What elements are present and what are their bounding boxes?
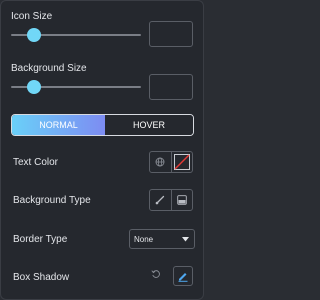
style-panel: Icon Size Background Size NORMAL HOVER T… — [0, 0, 204, 300]
chevron-down-icon — [182, 237, 189, 242]
tab-normal[interactable]: NORMAL — [12, 115, 105, 135]
background-classic-button[interactable] — [150, 190, 171, 210]
text-color-control — [149, 151, 193, 173]
background-type-label: Background Type — [13, 195, 91, 206]
tab-hover[interactable]: HOVER — [105, 115, 193, 135]
icon-size-input[interactable] — [149, 21, 193, 47]
gradient-icon — [176, 195, 187, 205]
pencil-icon — [178, 273, 188, 282]
background-gradient-button[interactable] — [170, 190, 193, 210]
icon-size-label: Icon Size — [11, 11, 53, 22]
background-size-input[interactable] — [149, 74, 193, 100]
icon-size-slider-thumb[interactable] — [27, 28, 41, 42]
no-color-icon — [173, 154, 190, 170]
background-size-slider-thumb[interactable] — [27, 80, 41, 94]
box-shadow-label: Box Shadow — [13, 272, 70, 283]
global-color-button[interactable] — [150, 152, 171, 172]
text-color-label: Text Color — [13, 157, 59, 168]
box-shadow-edit-button[interactable] — [173, 266, 193, 286]
background-size-label: Background Size — [11, 63, 87, 74]
state-tabs: NORMAL HOVER — [11, 114, 194, 136]
brush-icon — [155, 195, 165, 205]
border-type-label: Border Type — [13, 234, 68, 245]
border-type-value: None — [134, 234, 154, 244]
border-type-select[interactable]: None — [129, 229, 195, 249]
reset-icon[interactable] — [151, 269, 161, 279]
text-color-picker-button[interactable] — [170, 152, 193, 172]
background-type-control — [149, 189, 193, 211]
globe-icon — [155, 157, 165, 167]
